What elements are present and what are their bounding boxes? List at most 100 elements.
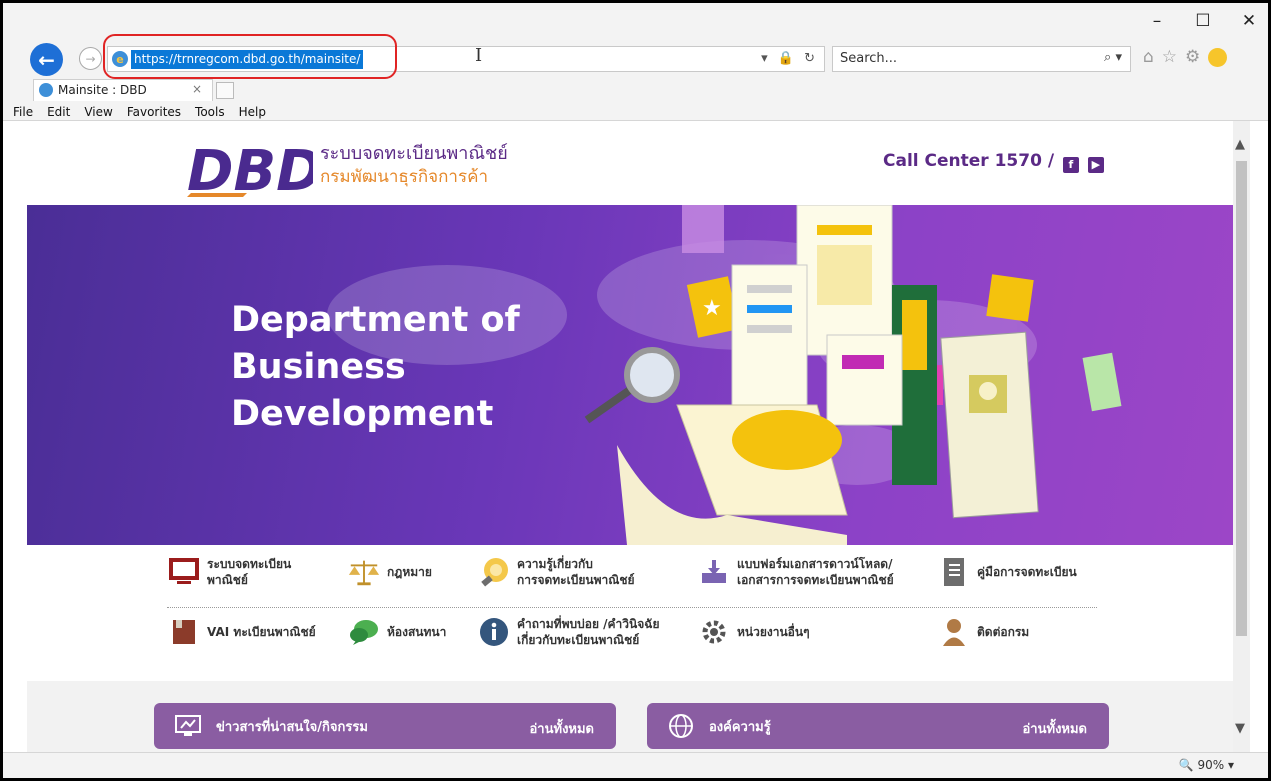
zoom-level: 90% — [1197, 758, 1225, 772]
gear-icon — [697, 615, 731, 649]
chat-bubble-icon — [347, 615, 381, 649]
link-label: คำถามที่พบบ่อย /คำวินิจฉัย เกี่ยวกับทะเบี… — [517, 617, 660, 647]
link-contact-department[interactable]: ติดต่อกรม — [937, 615, 1029, 649]
link-vai-registration[interactable]: VAI ทะเบียนพาณิชย์ — [167, 615, 316, 649]
globe-icon — [667, 713, 695, 739]
manual-book-icon — [937, 555, 971, 589]
menu-tools[interactable]: Tools — [195, 105, 225, 119]
quick-links-row-2: VAI ทะเบียนพาณิชย์ ห้องสนทนา คำถามที่พบบ… — [167, 613, 1107, 669]
link-label: ระบบจดทะเบียน พาณิชย์ — [207, 557, 292, 587]
link-label: ห้องสนทนา — [387, 625, 447, 639]
arrow-left-icon: ← — [38, 47, 55, 72]
tab-ie-icon — [39, 83, 53, 97]
hero-title: Department of Business Development — [231, 297, 520, 438]
menu-help[interactable]: Help — [239, 105, 266, 119]
quick-links-divider — [167, 607, 1097, 608]
text-cursor-icon: I — [475, 45, 483, 66]
url-highlight-annotation — [103, 34, 397, 79]
forward-button[interactable]: → — [79, 47, 102, 70]
lightbulb-icon — [477, 555, 511, 589]
link-faq[interactable]: คำถามที่พบบ่อย /คำวินิจฉัย เกี่ยวกับทะเบี… — [477, 615, 659, 649]
home-icon[interactable]: ⌂ — [1143, 47, 1154, 67]
link-label: หน่วยงานอื่นๆ — [737, 625, 810, 639]
facebook-icon[interactable]: f — [1062, 157, 1079, 173]
maximize-button[interactable]: ☐ — [1194, 11, 1212, 31]
toolbar-icons: ⌂ ☆ ⚙ — [1143, 47, 1228, 67]
news-read-all-link[interactable]: อ่านทั้งหมด — [530, 718, 595, 739]
folder-icon — [167, 615, 201, 649]
hero-banner: ★ Department of Business Development — [27, 205, 1233, 545]
site-subtitle: กรมพัฒนาธุรกิจการค้า — [320, 167, 489, 187]
tab-mainsite[interactable]: Mainsite : DBD × — [33, 79, 213, 101]
zoom-dropdown-icon[interactable]: ▾ — [1228, 758, 1234, 772]
scroll-paper — [617, 404, 848, 545]
quick-links: ระบบจดทะเบียน พาณิชย์ กฎหมาย ความรู้เกี่ย… — [27, 545, 1233, 681]
knowledge-button[interactable]: องค์ความรู้ อ่านทั้งหมด — [647, 703, 1109, 749]
dbd-logo[interactable]: DBD — [183, 135, 313, 197]
web-page: DBD ระบบจดทะเบียนพาณิชย์ กรมพัฒนาธุรกิจก… — [27, 121, 1233, 752]
status-bar: 🔍 90% ▾ — [3, 752, 1268, 778]
lock-icon[interactable]: 🔒 — [778, 51, 797, 66]
page-scrollbar[interactable]: ▲ ▼ — [1233, 121, 1250, 752]
bottom-section: ข่าวสารที่น่าสนใจ/กิจกรรม อ่านทั้งหมด อง… — [27, 681, 1233, 752]
menu-bar: File Edit View Favorites Tools Help — [13, 105, 266, 119]
link-label: คู่มือการจดทะเบียน — [977, 565, 1077, 579]
favorites-star-icon[interactable]: ☆ — [1162, 47, 1177, 67]
link-knowledge-registration[interactable]: ความรู้เกี่ยวกับ การจดทะเบียนพาณิชย์ — [477, 555, 635, 589]
zoom-icon: 🔍 — [1178, 758, 1194, 772]
link-commercial-registration[interactable]: ระบบจดทะเบียน พาณิชย์ — [167, 555, 291, 589]
refresh-icon[interactable]: ↻ — [804, 51, 818, 66]
scroll-up-icon[interactable]: ▲ — [1235, 137, 1245, 152]
link-label: แบบฟอร์มเอกสารดาวน์โหลด/เอกสารการจดทะเบี… — [737, 557, 894, 587]
search-input[interactable]: Search... ⌕ ▾ — [832, 46, 1131, 72]
monitor-icon — [167, 555, 201, 589]
link-label: ความรู้เกี่ยวกับ การจดทะเบียนพาณิชย์ — [517, 557, 635, 587]
zoom-control[interactable]: 🔍 90% ▾ — [1179, 758, 1234, 772]
hero-title-line1: Department of — [231, 300, 520, 340]
presentation-icon — [174, 713, 202, 739]
logo-text: DBD — [187, 139, 313, 197]
search-icon[interactable]: ⌕ ▾ — [1104, 50, 1122, 65]
dropdown-icon[interactable]: ▾ — [761, 51, 771, 66]
download-tray-icon — [697, 555, 731, 589]
menu-file[interactable]: File — [13, 105, 33, 119]
quick-links-row-1: ระบบจดทะเบียน พาณิชย์ กฎหมาย ความรู้เกี่ย… — [167, 553, 1107, 609]
minimize-button[interactable]: – — [1148, 11, 1166, 31]
arrow-right-icon: → — [85, 51, 96, 66]
search-placeholder: Search... — [840, 51, 898, 66]
site-header: DBD ระบบจดทะเบียนพาณิชย์ กรมพัฒนาธุรกิจก… — [27, 121, 1233, 205]
settings-gear-icon[interactable]: ⚙ — [1185, 47, 1200, 67]
back-button[interactable]: ← — [30, 43, 63, 76]
link-law[interactable]: กฎหมาย — [347, 555, 432, 589]
feedback-smiley-icon[interactable] — [1208, 48, 1228, 67]
link-label: VAI ทะเบียนพาณิชย์ — [207, 625, 316, 639]
close-button[interactable]: ✕ — [1240, 11, 1258, 31]
news-activities-button[interactable]: ข่าวสารที่น่าสนใจ/กิจกรรม อ่านทั้งหมด — [154, 703, 616, 749]
new-tab-button[interactable] — [216, 82, 234, 99]
menu-favorites[interactable]: Favorites — [127, 105, 181, 119]
info-icon — [477, 615, 511, 649]
news-label: ข่าวสารที่น่าสนใจ/กิจกรรม — [216, 719, 368, 735]
magnifier-shape — [584, 347, 680, 424]
menu-view[interactable]: View — [84, 105, 112, 119]
menu-edit[interactable]: Edit — [47, 105, 70, 119]
window-controls: – ☐ ✕ — [1148, 11, 1258, 31]
tab-close-icon[interactable]: × — [192, 82, 202, 96]
browser-chrome: – ☐ ✕ ← → e https://trnregcom.dbd.go.th/… — [3, 3, 1268, 121]
knowledge-read-all-link[interactable]: อ่านทั้งหมด — [1023, 718, 1088, 739]
tab-title: Mainsite : DBD — [58, 83, 147, 97]
hero-illustration: ★ — [327, 205, 1122, 545]
hero-title-line3: Development — [231, 394, 494, 434]
call-center-text: Call Center 1570 / — [883, 151, 1055, 171]
scroll-down-icon[interactable]: ▼ — [1235, 721, 1245, 736]
scroll-thumb[interactable] — [1236, 161, 1247, 636]
link-registration-manual[interactable]: คู่มือการจดทะเบียน — [937, 555, 1077, 589]
link-other-agencies[interactable]: หน่วยงานอื่นๆ — [697, 615, 810, 649]
youtube-icon[interactable]: ▶ — [1087, 157, 1104, 173]
link-label: กฎหมาย — [387, 565, 432, 579]
link-download-forms[interactable]: แบบฟอร์มเอกสารดาวน์โหลด/เอกสารการจดทะเบี… — [697, 555, 894, 589]
link-chat-room[interactable]: ห้องสนทนา — [347, 615, 446, 649]
browser-window: – ☐ ✕ ← → e https://trnregcom.dbd.go.th/… — [0, 0, 1271, 781]
call-center: Call Center 1570 / f ▶ — [883, 151, 1104, 173]
svg-text:★: ★ — [702, 296, 722, 321]
